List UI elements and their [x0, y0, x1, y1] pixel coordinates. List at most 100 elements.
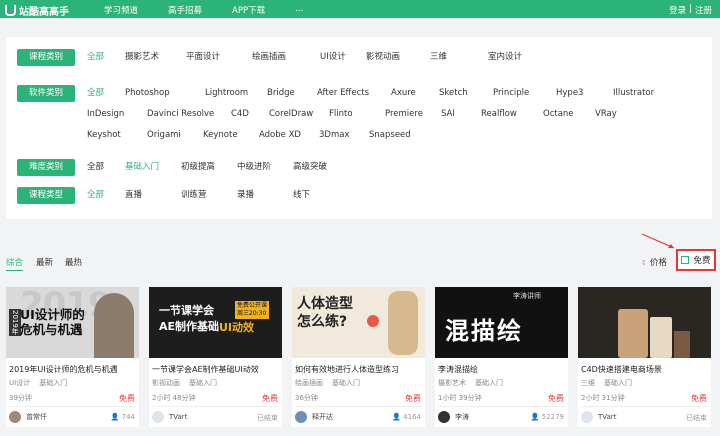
course-card[interactable]: 人体造型 怎么练? 如何有效地进行人体造型练习 绘画插画 基础入门 36分钟 免费…	[292, 287, 425, 427]
thumb-accent: UI动效	[219, 321, 255, 334]
avatar	[152, 411, 164, 423]
filter-option[interactable]: Flinto	[329, 106, 385, 127]
filter-option[interactable]: 摄影艺术	[125, 49, 186, 70]
filter-option[interactable]: Illustrator	[613, 85, 676, 106]
filter-option[interactable]: 高级突破	[293, 159, 349, 180]
course-card[interactable]: 2019 2019年 UI设计师的 危机与机遇 2019年UI设计师的危机与机遇…	[6, 287, 139, 427]
filter-option[interactable]: 全部	[87, 49, 125, 70]
filter-option[interactable]: Principle	[493, 85, 556, 106]
filter-label-difficulty: 难度类别	[17, 159, 75, 176]
filter-option[interactable]: 训练营	[181, 187, 237, 208]
course-stat: 👤 744	[111, 413, 135, 421]
filter-label-course: 课程类别	[17, 49, 75, 66]
filter-option[interactable]: Octane	[543, 106, 595, 127]
course-title[interactable]: 李涛混描绘	[438, 364, 478, 375]
course-title[interactable]: 2019年UI设计师的危机与机遇	[9, 364, 118, 375]
course-card[interactable]: C4D快速搭建电商场景 三维 基础入门 2小时 31分钟 免费 TVart 已结束	[578, 287, 711, 427]
course-author[interactable]: TVart	[581, 411, 616, 423]
course-category: 三维	[581, 379, 595, 387]
course-card[interactable]: 李涛讲师 混描绘 李涛混描绘 摄影艺术 基础入门 1小时 39分钟 免费 李涛 👤…	[435, 287, 568, 427]
free-filter-toggle[interactable]: 免费	[676, 249, 716, 271]
filter-label-software: 软件类别	[17, 85, 75, 102]
filter-option[interactable]: VRay	[595, 106, 649, 127]
thumb-figure-image	[388, 291, 418, 355]
sort-hottest[interactable]: 最热	[65, 256, 82, 268]
register-link[interactable]: 注册	[695, 4, 712, 16]
sort-newest[interactable]: 最新	[36, 256, 53, 268]
course-price: 免费	[262, 394, 278, 403]
logo-icon	[5, 5, 16, 16]
filter-option[interactable]: Premiere	[385, 106, 441, 127]
filter-panel: 课程类别 全部 摄影艺术 平面设计 绘画插画 UI设计 影视动画 三维 室内设计 软件类别 全…	[6, 37, 712, 219]
filter-option[interactable]: Snapseed	[369, 127, 429, 148]
course-price: 免费	[405, 394, 421, 403]
course-stat: 已结束	[257, 414, 278, 422]
filter-option[interactable]: Axure	[391, 85, 439, 106]
filter-option[interactable]: Hype3	[556, 85, 613, 106]
nav-item-app[interactable]: APP下载	[232, 4, 265, 16]
filter-option[interactable]: 全部	[87, 159, 125, 180]
sort-comprehensive[interactable]: 综合	[6, 256, 24, 271]
thumb-cylinder-shape	[618, 309, 648, 358]
filter-option[interactable]: 基础入门	[125, 159, 181, 180]
filter-option[interactable]: CorelDraw	[269, 106, 329, 127]
course-title[interactable]: 如何有效地进行人体造型练习	[295, 364, 399, 375]
filter-option[interactable]: 绘画插画	[252, 49, 320, 70]
login-link[interactable]: 登录	[669, 4, 686, 16]
logo-text: 站酷高高手	[19, 7, 69, 18]
course-duration: 36分钟	[295, 394, 318, 402]
filter-option[interactable]: 直播	[125, 187, 181, 208]
filter-option[interactable]: Keyshot	[87, 127, 147, 148]
nav-item-more[interactable]: ...	[295, 4, 303, 16]
course-author[interactable]: 释开达	[295, 411, 333, 423]
nav-item-learning[interactable]: 学习频道	[104, 4, 138, 16]
course-duration: 2小时 48分钟	[152, 394, 196, 402]
nav-item-recruit[interactable]: 高手招募	[168, 4, 202, 16]
filter-options-type: 全部 直播 训练营 录播 线下	[87, 187, 697, 208]
filter-option[interactable]: Sketch	[439, 85, 493, 106]
filter-option[interactable]: 平面设计	[186, 49, 252, 70]
filter-option[interactable]: Lightroom	[205, 85, 267, 106]
filter-options-difficulty: 全部 基础入门 初级提高 中级进阶 高级突破	[87, 159, 697, 180]
course-title[interactable]: C4D快速搭建电商场景	[581, 364, 662, 375]
filter-option[interactable]: 3Dmax	[319, 127, 369, 148]
filter-option[interactable]: InDesign	[87, 106, 147, 127]
filter-option[interactable]: After Effects	[317, 85, 391, 106]
thumb-person-image	[94, 293, 134, 358]
filter-option[interactable]: C4D	[231, 106, 269, 127]
filter-option[interactable]: 全部	[87, 187, 125, 208]
course-card[interactable]: 一节课学会 AE制作基础 UI动效 免费公开课 周三20:30 一节课学会AE制…	[149, 287, 282, 427]
filter-option[interactable]: Adobe XD	[259, 127, 319, 148]
course-title[interactable]: 一节课学会AE制作基础UI动效	[152, 364, 259, 375]
sort-price[interactable]: ↕ 价格	[641, 256, 667, 268]
filter-option[interactable]: 录播	[237, 187, 293, 208]
filter-option[interactable]: SAI	[441, 106, 481, 127]
course-author[interactable]: 李涛	[438, 411, 469, 423]
filter-option[interactable]: Bridge	[267, 85, 317, 106]
user-icon: 👤	[392, 413, 404, 421]
filter-option[interactable]: UI设计	[320, 49, 366, 70]
filter-option[interactable]: 中级进阶	[237, 159, 293, 180]
filter-option[interactable]: Keynote	[203, 127, 259, 148]
author-name: 曾常仟	[26, 413, 47, 421]
course-author[interactable]: TVart	[152, 411, 187, 423]
filter-option[interactable]: Photoshop	[125, 85, 205, 106]
filter-option[interactable]: 初级提高	[181, 159, 237, 180]
course-level: 基础入门	[189, 379, 217, 387]
filter-option[interactable]: 三维	[430, 49, 488, 70]
filter-option[interactable]: 线下	[293, 187, 349, 208]
course-thumbnail	[578, 287, 711, 358]
author-name: TVart	[169, 413, 188, 421]
filter-option[interactable]: Davinci Resolve	[147, 106, 231, 127]
filter-option[interactable]: 全部	[87, 85, 125, 106]
checkbox-icon[interactable]	[681, 256, 690, 264]
filter-option[interactable]: Origami	[147, 127, 203, 148]
course-author[interactable]: 曾常仟	[9, 411, 47, 423]
filter-option[interactable]: 室内设计	[488, 49, 548, 70]
thumb-badge: 免费公开课 周三20:30	[235, 301, 270, 319]
site-logo[interactable]: 站酷高高手	[5, 3, 69, 18]
filter-label-type: 课程类型	[17, 187, 75, 204]
course-price: 免费	[691, 394, 707, 403]
filter-option[interactable]: 影视动画	[366, 49, 430, 70]
filter-option[interactable]: Realflow	[481, 106, 543, 127]
